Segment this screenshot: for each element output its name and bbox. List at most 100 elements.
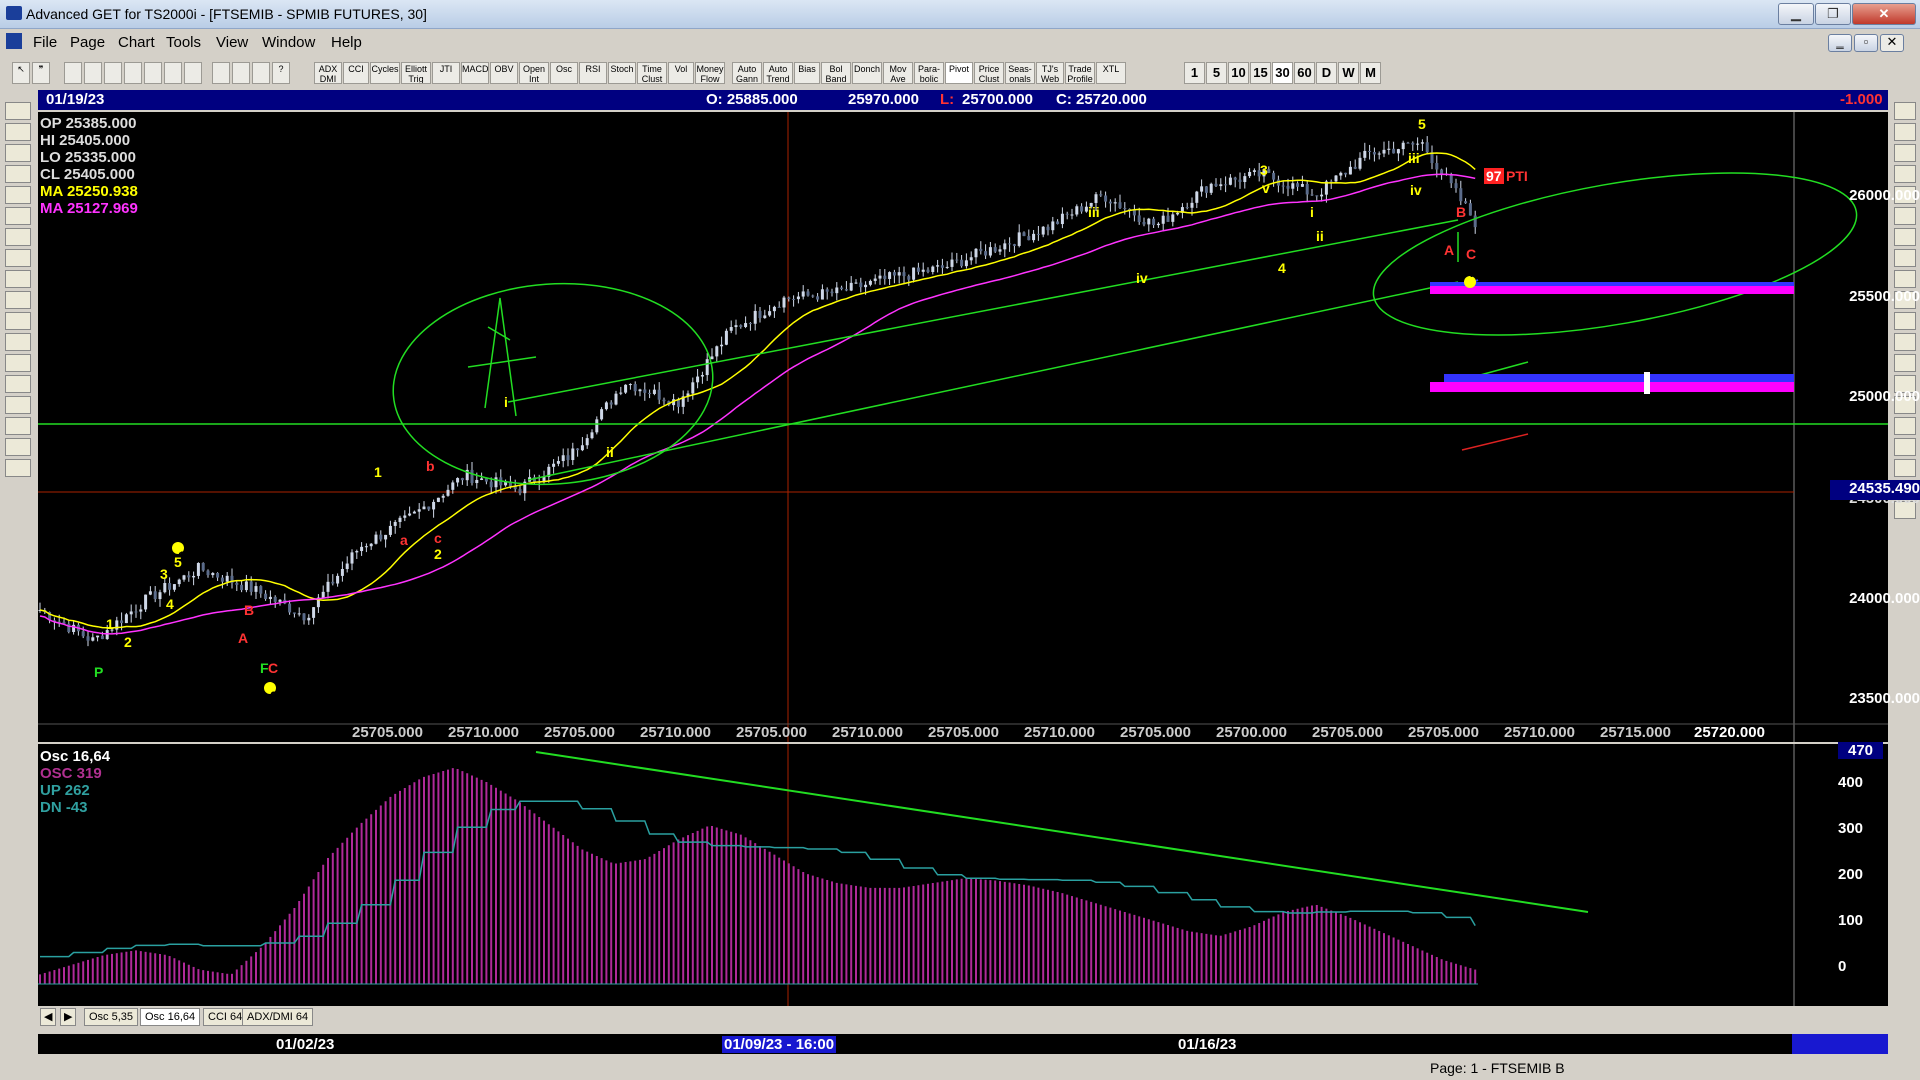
price-chart[interactable]: OP 25385.000 HI 25405.000 LO 25335.000 C…	[38, 112, 1920, 742]
cursor-icon[interactable]	[1894, 102, 1916, 120]
minimize-button[interactable]: ▁	[1778, 3, 1814, 25]
ellipse-tool-icon[interactable]	[1894, 312, 1916, 330]
oscillator-panel[interactable]: Osc 16,64 OSC 319 UP 262 DN -43 470 400 …	[38, 742, 1888, 1006]
layout-icon[interactable]	[144, 62, 162, 84]
elliott-wave-icon[interactable]	[5, 186, 31, 204]
ellipse-icon[interactable]	[1894, 228, 1916, 246]
study-icon[interactable]	[5, 165, 31, 183]
bars-icon[interactable]	[5, 291, 31, 309]
ruler-icon[interactable]	[1894, 438, 1916, 456]
crosshair-icon[interactable]	[5, 438, 31, 456]
doc-restore-button[interactable]: ▫	[1854, 34, 1878, 52]
toolbar-button-auto-gann[interactable]: Auto Gann	[732, 62, 762, 84]
doc-close-button[interactable]: ✕	[1880, 34, 1904, 52]
grid-tool-icon[interactable]	[1894, 354, 1916, 372]
tab-osc-5-35[interactable]: Osc 5,35	[84, 1008, 139, 1026]
toolbar-button-bol-band[interactable]: Bol Band	[821, 62, 851, 84]
interval-button-w[interactable]: W	[1338, 62, 1359, 84]
toolbar-button-trade-profile[interactable]: Trade Profile	[1065, 62, 1095, 84]
toolbar-button-stoch[interactable]: Stoch	[608, 62, 636, 84]
fib-time-icon[interactable]	[1894, 207, 1916, 225]
toolbar-button-seas-onals[interactable]: Seas-onals	[1005, 62, 1035, 84]
toolbar-button-price-clust[interactable]: Price Clust	[974, 62, 1004, 84]
oscillator-canvas[interactable]	[38, 744, 1888, 1006]
interval-button-30[interactable]: 30	[1272, 62, 1293, 84]
tab-adx-dmi-64[interactable]: ADX/DMI 64	[242, 1008, 314, 1026]
toolbar-button-vol[interactable]: Vol	[668, 62, 694, 84]
new-file-icon[interactable]	[64, 62, 82, 84]
tab-osc-16-64[interactable]: Osc 16,64	[140, 1008, 201, 1026]
print-icon[interactable]	[212, 62, 230, 84]
page-icon[interactable]	[5, 102, 31, 120]
document-icon[interactable]	[6, 33, 22, 49]
save-icon[interactable]	[104, 62, 122, 84]
toolbar-button-elliott-trig[interactable]: Elliott Trig	[401, 62, 431, 84]
tab-cci-64[interactable]: CCI 64	[203, 1008, 248, 1026]
restore-button[interactable]: ❐	[1815, 3, 1851, 25]
up-arrow-icon[interactable]	[5, 207, 31, 225]
open-file-icon[interactable]	[84, 62, 102, 84]
rectangle-icon[interactable]	[1894, 270, 1916, 288]
toolbar-button-time-clust[interactable]: Time Clust	[637, 62, 667, 84]
interval-button-d[interactable]: D	[1316, 62, 1337, 84]
toolbar-button-para-bolic[interactable]: Para-bolic	[914, 62, 944, 84]
interval-button-5[interactable]: 5	[1206, 62, 1227, 84]
info-icon[interactable]	[252, 62, 270, 84]
menu-tools[interactable]: Tools	[166, 34, 201, 51]
toolbar-button-auto-trend[interactable]: Auto Trend	[763, 62, 793, 84]
help-icon[interactable]: ?	[272, 62, 290, 84]
line-icon[interactable]	[1894, 144, 1916, 162]
interval-button-15[interactable]: 15	[1250, 62, 1271, 84]
pti-icon[interactable]	[1894, 333, 1916, 351]
close-button[interactable]: ✕	[1852, 3, 1916, 25]
menu-view[interactable]: View	[216, 34, 248, 51]
interval-button-m[interactable]: M	[1360, 62, 1381, 84]
reset-icon[interactable]	[5, 144, 31, 162]
grid-icon[interactable]	[5, 354, 31, 372]
toolbar-button-cci[interactable]: CCI	[343, 62, 369, 84]
menu-window[interactable]: Window	[262, 34, 315, 51]
toolbar-button-xtl[interactable]: XTL	[1096, 62, 1126, 84]
toolbar-button-rsi[interactable]: RSI	[579, 62, 607, 84]
toolbar-button-cycles[interactable]: Cycles	[370, 62, 400, 84]
interval-button-10[interactable]: 10	[1228, 62, 1249, 84]
zoom-in-icon[interactable]	[1894, 417, 1916, 435]
menu-chart[interactable]: Chart	[118, 34, 155, 51]
toolbar-button-macd[interactable]: MACD	[461, 62, 489, 84]
right-arrow-icon[interactable]	[5, 270, 31, 288]
left-arrow-icon[interactable]	[5, 249, 31, 267]
doc-minimize-button[interactable]: ‗	[1828, 34, 1852, 52]
settings-icon[interactable]	[232, 62, 250, 84]
tab-scroll-right[interactable]: ▶	[60, 1008, 76, 1026]
interval-button-1[interactable]: 1	[1184, 62, 1205, 84]
lines-icon[interactable]	[5, 375, 31, 393]
print-icon[interactable]	[5, 459, 31, 477]
fib-ret-icon[interactable]	[1894, 165, 1916, 183]
expand-icon[interactable]	[5, 333, 31, 351]
tile-icon[interactable]	[184, 62, 202, 84]
elliott-icon[interactable]	[5, 123, 31, 141]
toolbar-button-bias[interactable]: Bias	[794, 62, 820, 84]
toolbar-button-tj-s-web[interactable]: TJ's Web	[1036, 62, 1064, 84]
toolbar-button-money-flow[interactable]: Money Flow	[695, 62, 725, 84]
fib-icon[interactable]	[5, 417, 31, 435]
price-chart-canvas[interactable]	[38, 112, 1888, 742]
toolbar-button-open-int[interactable]: Open Int	[519, 62, 549, 84]
toolbar-button-pivot[interactable]: Pivot	[945, 62, 973, 84]
toolbar-button-adx-dmi[interactable]: ADX DMI	[314, 62, 342, 84]
menu-file[interactable]: File	[33, 34, 57, 51]
grid-icon[interactable]	[164, 62, 182, 84]
quote-tool-icon[interactable]: ❞	[32, 62, 50, 84]
pencil-icon[interactable]	[1894, 123, 1916, 141]
interval-button-60[interactable]: 60	[1294, 62, 1315, 84]
toolbar-button-jti[interactable]: JTI	[432, 62, 460, 84]
zoom-icon[interactable]	[5, 312, 31, 330]
down-arrow-icon[interactable]	[5, 228, 31, 246]
pointer-tool-icon[interactable]: ↖	[12, 62, 30, 84]
channel-icon[interactable]	[1894, 249, 1916, 267]
toolbar-button-donch[interactable]: Donch	[852, 62, 882, 84]
menu-page[interactable]: Page	[70, 34, 105, 51]
gann-icon[interactable]	[5, 396, 31, 414]
menu-help[interactable]: Help	[331, 34, 362, 51]
toolbar-button-osc[interactable]: Osc	[550, 62, 578, 84]
